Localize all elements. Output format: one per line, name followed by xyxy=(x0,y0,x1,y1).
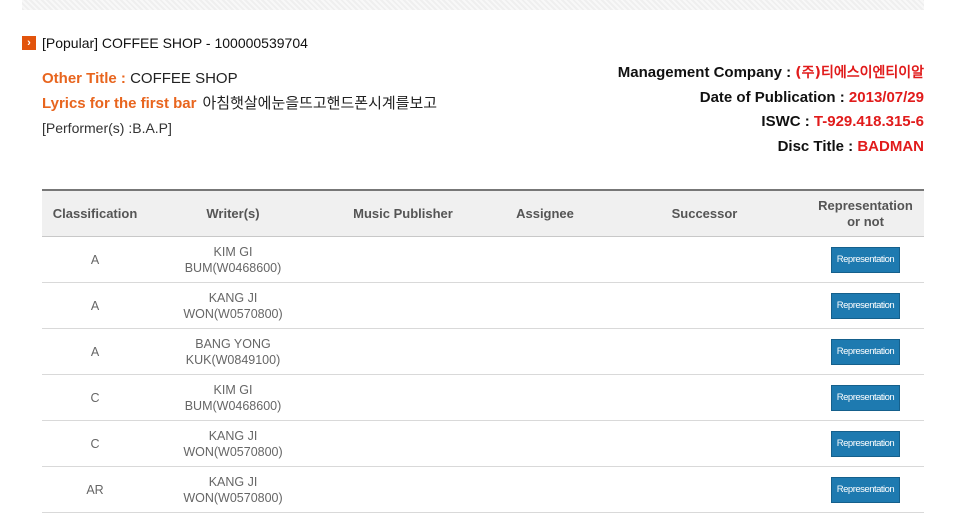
other-title-value: COFFEE SHOP xyxy=(130,70,238,87)
table-row: AR KANG JI WON(W0570800) Representation xyxy=(42,466,924,513)
writer-cell: KIM GI BUM(W0468600) xyxy=(148,374,318,421)
writer-name: KIM GI xyxy=(213,244,253,259)
iswc-line: ISWC : T-929.418.315-6 xyxy=(618,110,924,135)
writer-name: BANG YONG xyxy=(195,336,271,351)
writer-cell: KANG JI WON(W0570800) xyxy=(148,466,318,513)
assignee-cell xyxy=(488,282,602,329)
assignee-cell xyxy=(488,328,602,375)
management-line: Management Company : (주)티에스이엔티이알 xyxy=(618,61,924,86)
writer-cell: KANG JI WON(W0570800) xyxy=(148,420,318,467)
publisher-cell xyxy=(318,420,488,467)
work-title: [Popular] COFFEE SHOP - 100000539704 xyxy=(42,35,308,51)
writer-name: KANG JI xyxy=(208,474,258,489)
classification-cell: A xyxy=(42,236,148,283)
management-value: (주)티에스이엔티이알 xyxy=(795,65,924,81)
header-writers: Writer(s) xyxy=(148,190,318,237)
successor-cell xyxy=(602,420,807,467)
publication-value: 2013/07/29 xyxy=(848,88,924,106)
table-row: A KIM GI BUM(W0468600) Representation xyxy=(42,236,924,283)
top-decorative-strip xyxy=(22,0,924,10)
classification-cell: A xyxy=(42,282,148,329)
publication-line: Date of Publication : 2013/07/29 xyxy=(618,86,924,111)
classification-cell: C xyxy=(42,420,148,467)
assignee-cell xyxy=(488,374,602,421)
representation-cell: Representation xyxy=(807,466,924,513)
classification-cell: A xyxy=(42,328,148,375)
representation-cell: Representation xyxy=(807,236,924,283)
lyrics-line: Lyrics for the first bar 아침햇살에눈을뜨고핸드폰시계를보… xyxy=(42,91,437,116)
disc-line: Disc Title : BADMAN xyxy=(618,135,924,160)
publication-label: Date of Publication : xyxy=(699,88,849,106)
successor-cell xyxy=(602,374,807,421)
work-info-left: Other Title : COFFEE SHOP Lyrics for the… xyxy=(42,66,437,141)
successor-cell xyxy=(602,236,807,283)
writer-code: BUM(W0468600) xyxy=(184,260,282,275)
writer-cell: KANG JI WON(W0570800) xyxy=(148,282,318,329)
representation-button[interactable]: Representation xyxy=(830,292,901,319)
publisher-cell xyxy=(318,282,488,329)
header-classification: Classification xyxy=(42,190,148,237)
writer-code: BUM(W0468600) xyxy=(184,398,282,413)
representation-button[interactable]: Representation xyxy=(830,430,901,457)
successor-cell xyxy=(602,282,807,329)
header-music-publisher: Music Publisher xyxy=(318,190,488,237)
writer-name: KANG JI xyxy=(208,290,258,305)
writer-code: WON(W0570800) xyxy=(183,444,283,459)
performer-line: [Performer(s) :B.A.P] xyxy=(42,120,172,136)
header-assignee: Assignee xyxy=(488,190,602,237)
classification-cell: C xyxy=(42,374,148,421)
representation-button[interactable]: Representation xyxy=(830,246,901,273)
lyrics-value: 아침햇살에눈을뜨고핸드폰시계를보고 xyxy=(202,94,438,112)
representation-cell: Representation xyxy=(807,282,924,329)
lyrics-label: Lyrics for the first bar xyxy=(42,95,197,112)
work-title-row: › [Popular] COFFEE SHOP - 100000539704 xyxy=(22,34,308,52)
disc-label: Disc Title : xyxy=(777,137,858,155)
writer-name: KIM GI xyxy=(213,382,253,397)
publisher-cell xyxy=(318,236,488,283)
iswc-value: T-929.418.315-6 xyxy=(813,113,924,130)
table-row: C KIM GI BUM(W0468600) Representation xyxy=(42,374,924,421)
publisher-cell xyxy=(318,328,488,375)
table-row: A KANG JI WON(W0570800) Representation xyxy=(42,282,924,329)
publisher-cell xyxy=(318,466,488,513)
classification-cell: AR xyxy=(42,466,148,513)
rights-holder-table: Classification Writer(s) Music Publisher… xyxy=(42,189,924,513)
successor-cell xyxy=(602,328,807,375)
assignee-cell xyxy=(488,466,602,513)
representation-button[interactable]: Representation xyxy=(830,384,901,411)
assignee-cell xyxy=(488,236,602,283)
table-row: A BANG YONG KUK(W0849100) Representation xyxy=(42,328,924,375)
other-title-line: Other Title : COFFEE SHOP xyxy=(42,66,437,91)
work-info-right: Management Company : (주)티에스이엔티이알 Date of… xyxy=(618,61,924,159)
assignee-cell xyxy=(488,420,602,467)
representation-cell: Representation xyxy=(807,374,924,421)
writer-cell: KIM GI BUM(W0468600) xyxy=(148,236,318,283)
representation-cell: Representation xyxy=(807,420,924,467)
management-label: Management Company : xyxy=(617,64,796,81)
representation-button[interactable]: Representation xyxy=(830,338,901,365)
iswc-label: ISWC : xyxy=(761,113,814,130)
other-title-label: Other Title : xyxy=(42,70,131,87)
representation-cell: Representation xyxy=(807,328,924,375)
representation-button[interactable]: Representation xyxy=(830,476,901,503)
arrow-right-icon: › xyxy=(22,36,36,50)
table-row: C KANG JI WON(W0570800) Representation xyxy=(42,420,924,467)
writer-code: KUK(W0849100) xyxy=(185,352,281,367)
writer-code: WON(W0570800) xyxy=(183,306,283,321)
writer-code: WON(W0570800) xyxy=(183,490,283,505)
writer-cell: BANG YONG KUK(W0849100) xyxy=(148,328,318,375)
header-successor: Successor xyxy=(602,190,807,237)
header-representation: Representation or not xyxy=(807,190,924,237)
disc-value: BADMAN xyxy=(857,137,924,155)
publisher-cell xyxy=(318,374,488,421)
writer-name: KANG JI xyxy=(208,428,258,443)
table-header-row: Classification Writer(s) Music Publisher… xyxy=(42,190,924,237)
successor-cell xyxy=(602,466,807,513)
